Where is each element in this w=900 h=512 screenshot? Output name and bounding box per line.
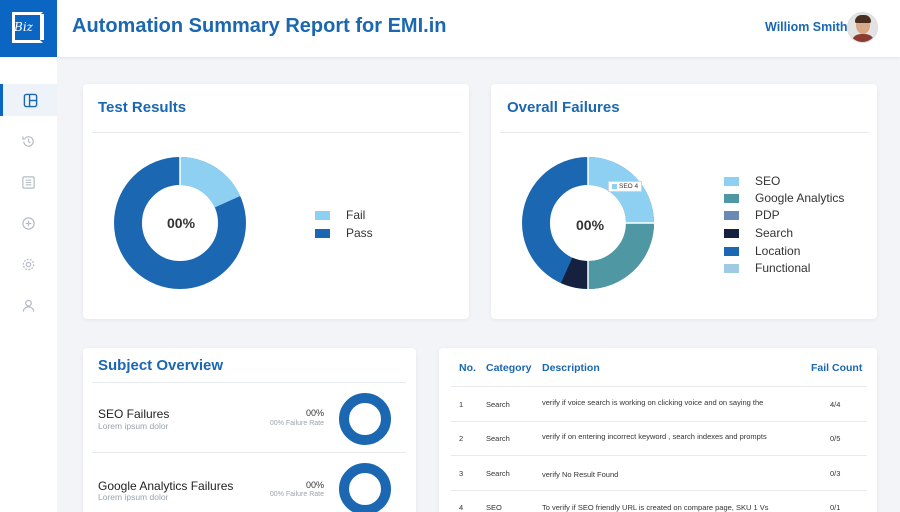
cell-category: Search	[486, 434, 510, 443]
legend-item-search[interactable]: Search	[724, 226, 793, 240]
legend-swatch	[724, 263, 739, 273]
subject-ring-chart	[339, 463, 391, 512]
legend-item-seo[interactable]: SEO	[724, 174, 780, 188]
table-row-divider	[451, 421, 867, 422]
top-header: Biz Automation Summary Report for EMI.in…	[0, 0, 900, 57]
cell-description: verify if on entering incorrect keyword …	[542, 432, 767, 441]
cell-fail-count: 0/5	[830, 434, 841, 443]
legend-label: Fail	[346, 208, 366, 222]
legend-label: Google Analytics	[755, 191, 845, 205]
legend-label: PDP	[755, 208, 780, 222]
subject-name: SEO Failures	[98, 407, 170, 421]
overall-failures-center-label: 00%	[576, 217, 605, 233]
column-header-description[interactable]: Description	[542, 362, 600, 374]
tooltip-text: SEO 4	[619, 183, 639, 190]
legend-swatch	[724, 193, 739, 203]
subject-subtitle: Lorem ipsum dolor	[98, 492, 169, 502]
subject-subtitle: Lorem ipsum dolor	[98, 421, 169, 431]
subject-failure-rate: 00% Failure Rate	[269, 420, 324, 427]
subject-percentage: 00%	[305, 408, 324, 418]
user-name[interactable]: Williom Smith	[765, 20, 848, 34]
cell-fail-count: 0/3	[830, 469, 841, 478]
subject-failure-rate: 00% Failure Rate	[269, 491, 324, 498]
cell-description: verify No Result Found	[542, 470, 619, 479]
seo-tooltip: SEO 4	[608, 181, 643, 192]
avatar-hair	[855, 15, 871, 23]
table-row-divider	[451, 455, 867, 456]
overall-failures-divider	[500, 132, 869, 133]
legend-label: SEO	[755, 174, 781, 188]
sidebar-item-add[interactable]	[0, 207, 57, 239]
test-results-title: Test Results	[98, 99, 187, 116]
subject-divider	[92, 452, 406, 453]
test-results-center-label: 00%	[167, 215, 196, 231]
cell-fail-count: 0/1	[830, 503, 841, 512]
cell-category: Search	[486, 400, 510, 409]
sidebar-item-list[interactable]	[0, 166, 57, 198]
history-icon	[22, 135, 34, 147]
cell-no: 4	[459, 503, 464, 512]
legend-swatch	[724, 228, 739, 238]
subject-ring-chart	[339, 393, 391, 445]
logo-bar	[40, 14, 44, 40]
legend-label: Functional	[755, 261, 811, 275]
settings-icon	[22, 258, 35, 270]
legend-item-location[interactable]: Location	[724, 244, 800, 258]
table-row-divider	[451, 490, 867, 491]
legend-item-pdp[interactable]: PDP	[724, 208, 780, 222]
legend-swatch	[724, 210, 739, 220]
subject-percentage: 00%	[305, 480, 324, 490]
column-header-category[interactable]: Category	[486, 362, 532, 374]
subject-overview-title: Subject Overview	[98, 357, 224, 374]
avatar[interactable]	[847, 12, 878, 43]
test-results-divider	[92, 132, 461, 133]
sidebar-item-dashboard[interactable]	[0, 84, 57, 116]
sidebar-item-settings[interactable]	[0, 248, 57, 280]
logo-text: Biz	[14, 20, 33, 34]
sidebar	[0, 57, 57, 512]
legend-swatch	[724, 176, 739, 186]
cell-no: 3	[459, 469, 464, 478]
avatar-body	[851, 34, 875, 42]
legend-item-functional[interactable]: Functional	[724, 261, 810, 275]
legend-item-pass[interactable]: Pass	[315, 226, 373, 240]
logo[interactable]: Biz	[0, 0, 57, 57]
cell-category: Search	[486, 469, 510, 478]
legend-swatch	[315, 210, 330, 220]
legend-label: Location	[755, 244, 801, 258]
add-circle-icon	[22, 216, 35, 230]
sidebar-item-user[interactable]	[0, 289, 57, 321]
user-icon	[22, 299, 35, 312]
column-header-fail-count[interactable]: Fail Count	[811, 362, 862, 374]
cell-description: verify if voice search is working on cli…	[542, 398, 764, 407]
overall-failures-title: Overall Failures	[507, 99, 620, 116]
page-title: Automation Summary Report for EMI.in	[72, 15, 447, 37]
dashboard-icon	[23, 93, 37, 107]
cell-no: 2	[459, 434, 464, 443]
legend-swatch	[315, 228, 330, 238]
legend-label: Pass	[346, 226, 373, 240]
tooltip-swatch	[612, 184, 617, 189]
sidebar-item-history[interactable]	[0, 125, 57, 157]
table-header-divider	[451, 386, 867, 387]
legend-item-fail[interactable]: Fail	[315, 208, 365, 222]
cell-description: To verify if SEO friendly URL is created…	[542, 503, 769, 512]
column-header-no[interactable]: No.	[459, 362, 476, 374]
cell-fail-count: 4/4	[830, 400, 841, 409]
legend-swatch	[724, 246, 739, 256]
cell-no: 1	[459, 400, 464, 409]
legend-item-google-analytics[interactable]: Google Analytics	[724, 191, 844, 205]
subject-name: Google Analytics Failures	[98, 479, 234, 493]
cell-category: SEO	[486, 503, 502, 512]
list-icon	[22, 175, 35, 189]
legend-label: Search	[755, 226, 794, 240]
subject-overview-divider	[92, 382, 406, 383]
